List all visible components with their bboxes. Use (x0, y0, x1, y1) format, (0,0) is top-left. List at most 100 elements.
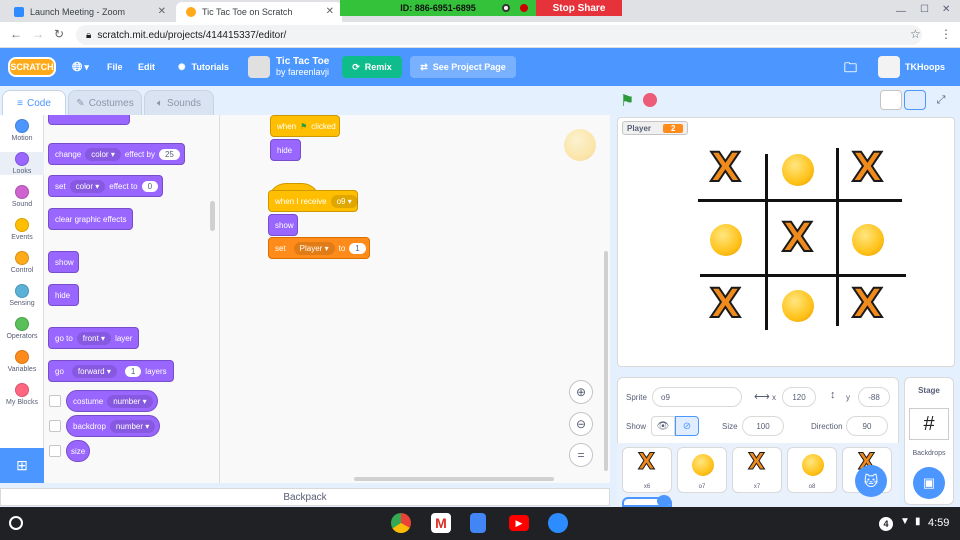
forward-icon[interactable]: → (32, 27, 44, 41)
vertical-scrollbar[interactable] (604, 251, 608, 471)
choose-backdrop-button[interactable]: ▣ (913, 467, 945, 499)
language-menu[interactable]: 🌐︎ ▾ (72, 48, 89, 86)
tab-sounds[interactable]: 🔈︎ Sounds (144, 90, 214, 116)
show-visible-button[interactable]: 👁︎ (651, 416, 675, 436)
choose-sprite-button[interactable]: 🐱︎ (855, 465, 887, 497)
block-set-variable[interactable]: set Player ▾ to 1 (268, 237, 370, 259)
number-input[interactable]: 1 (124, 365, 142, 377)
zoom-out-button[interactable]: ⊖ (569, 412, 593, 436)
category-my-blocks[interactable]: My Blocks (0, 383, 44, 406)
bookmark-star-icon[interactable]: ☆ (910, 27, 921, 41)
o-mark[interactable] (782, 154, 814, 186)
stop-button[interactable] (643, 93, 657, 107)
effect-dropdown[interactable]: color ▾ (85, 147, 121, 161)
close-window-icon[interactable]: ✕ (942, 4, 950, 15)
edit-menu[interactable]: Edit (138, 48, 155, 86)
green-flag-button[interactable]: ⚑ (620, 91, 634, 111)
project-author[interactable]: by fareenlavji (276, 67, 329, 78)
gmail-icon[interactable]: M (431, 513, 451, 533)
costume-dropdown[interactable]: number ▾ (107, 394, 153, 408)
user-menu[interactable]: TKHoops (905, 48, 945, 86)
script-area[interactable]: when ⚑ clicked hide when I receive o9 ▾ … (220, 115, 610, 483)
close-icon[interactable]: ✕ (158, 6, 166, 17)
record-icon[interactable] (502, 4, 510, 12)
monitor-checkbox[interactable] (49, 445, 61, 457)
palette-scrollbar[interactable] (210, 201, 215, 231)
tutorials-button[interactable]: ✺ Tutorials (178, 48, 229, 86)
block-show[interactable]: show (268, 214, 298, 236)
category-variables[interactable]: Variables (0, 350, 44, 373)
notification-badge[interactable]: 4 (879, 517, 893, 531)
avatar[interactable] (878, 56, 900, 78)
reporter-backdrop[interactable]: backdrop number ▾ (66, 415, 161, 437)
block-show[interactable]: show (48, 251, 79, 273)
tab-costumes[interactable]: ✎ Costumes (68, 90, 142, 116)
o-mark[interactable] (782, 290, 814, 322)
small-stage-button[interactable] (880, 90, 902, 110)
tab-code[interactable]: ≡ Code (2, 90, 66, 116)
menu-dots-icon[interactable]: ⋮ (940, 27, 952, 41)
category-operators[interactable]: Operators (0, 317, 44, 340)
block-go-layers[interactable]: go forward ▾ 1 layers (48, 360, 174, 382)
docs-icon[interactable] (470, 513, 486, 533)
category-sound[interactable]: Sound (0, 185, 44, 208)
category-control[interactable]: Control (0, 251, 44, 274)
close-icon[interactable]: ✕ (326, 6, 334, 17)
stage-panel[interactable]: Stage # Backdrops ▣ (904, 377, 954, 505)
launcher-icon[interactable] (9, 516, 23, 530)
backdrop-dropdown[interactable]: number ▾ (109, 419, 156, 433)
block-change-effect[interactable]: change color ▾ effect by 25 (48, 143, 185, 165)
url-field[interactable]: 🔒︎ scratch.mit.edu/projects/414415337/ed… (76, 25, 922, 45)
x-mark[interactable]: X (709, 283, 742, 325)
see-project-page-button[interactable]: ⇄ See Project Page (410, 56, 516, 78)
category-motion[interactable]: Motion (0, 119, 44, 142)
o-mark[interactable] (852, 224, 884, 256)
block-when-flag-clicked[interactable]: when ⚑ clicked (270, 115, 340, 137)
file-menu[interactable]: File (107, 48, 123, 86)
wifi-icon[interactable]: ▼ (900, 516, 910, 527)
delete-sprite-icon[interactable] (657, 495, 671, 507)
sprite-thumbnail[interactable]: o7 (677, 447, 727, 493)
sprite-thumbnail[interactable]: Xx7 (732, 447, 782, 493)
chrome-icon[interactable] (391, 513, 411, 533)
project-title[interactable]: Tic Tac Toe (276, 56, 329, 67)
zoom-reset-button[interactable]: = (569, 443, 593, 467)
effect-dropdown[interactable]: color ▾ (69, 179, 106, 193)
size-field[interactable]: 100 (742, 416, 784, 436)
block-clear-effects[interactable]: clear graphic effects (48, 208, 134, 230)
large-stage-button[interactable] (904, 90, 926, 110)
stage-thumbnail[interactable]: # (909, 408, 949, 440)
clock[interactable]: 4:59 (928, 517, 949, 529)
block-set-effect[interactable]: set color ▾ effect to 0 (48, 175, 164, 197)
back-icon[interactable]: ← (10, 27, 22, 41)
number-input[interactable]: 1 (349, 242, 366, 254)
reporter-size[interactable]: size (66, 440, 90, 462)
pause-icon[interactable] (520, 4, 528, 12)
variable-dropdown[interactable]: Player ▾ (293, 241, 335, 255)
backpack[interactable]: Backpack (0, 488, 610, 506)
o-mark[interactable] (710, 224, 742, 256)
x-mark[interactable]: X (851, 147, 884, 189)
zoom-icon[interactable] (548, 513, 568, 533)
block-go-to-layer[interactable]: go to front ▾ layer (48, 327, 140, 349)
palette-block-partial[interactable] (48, 115, 130, 125)
reload-icon[interactable]: ↻ (54, 27, 64, 41)
message-dropdown[interactable]: o9 ▾ (330, 194, 358, 208)
stage[interactable]: Player 2 XXXXX (617, 117, 955, 367)
add-extension-button[interactable]: ⊞ (0, 448, 44, 483)
horizontal-scrollbar[interactable] (354, 477, 554, 481)
block-hide[interactable]: hide (48, 284, 79, 306)
scratch-logo[interactable]: SCRATCH (8, 57, 56, 77)
layer-dropdown[interactable]: front ▾ (76, 331, 112, 345)
show-hidden-button[interactable]: ⊘ (675, 416, 699, 436)
x-mark[interactable]: X (709, 147, 742, 189)
direction-field[interactable]: 90 (846, 416, 888, 436)
direction-dropdown[interactable]: forward ▾ (71, 364, 117, 378)
x-mark[interactable]: X (851, 283, 884, 325)
variable-monitor[interactable]: Player 2 (622, 121, 689, 135)
stop-share-button[interactable]: Stop Share (536, 0, 622, 16)
block-hide[interactable]: hide (270, 139, 301, 161)
zoom-in-button[interactable]: ⊕ (569, 380, 593, 404)
number-input[interactable]: 25 (158, 148, 180, 160)
minimize-icon[interactable]: — (896, 6, 906, 17)
